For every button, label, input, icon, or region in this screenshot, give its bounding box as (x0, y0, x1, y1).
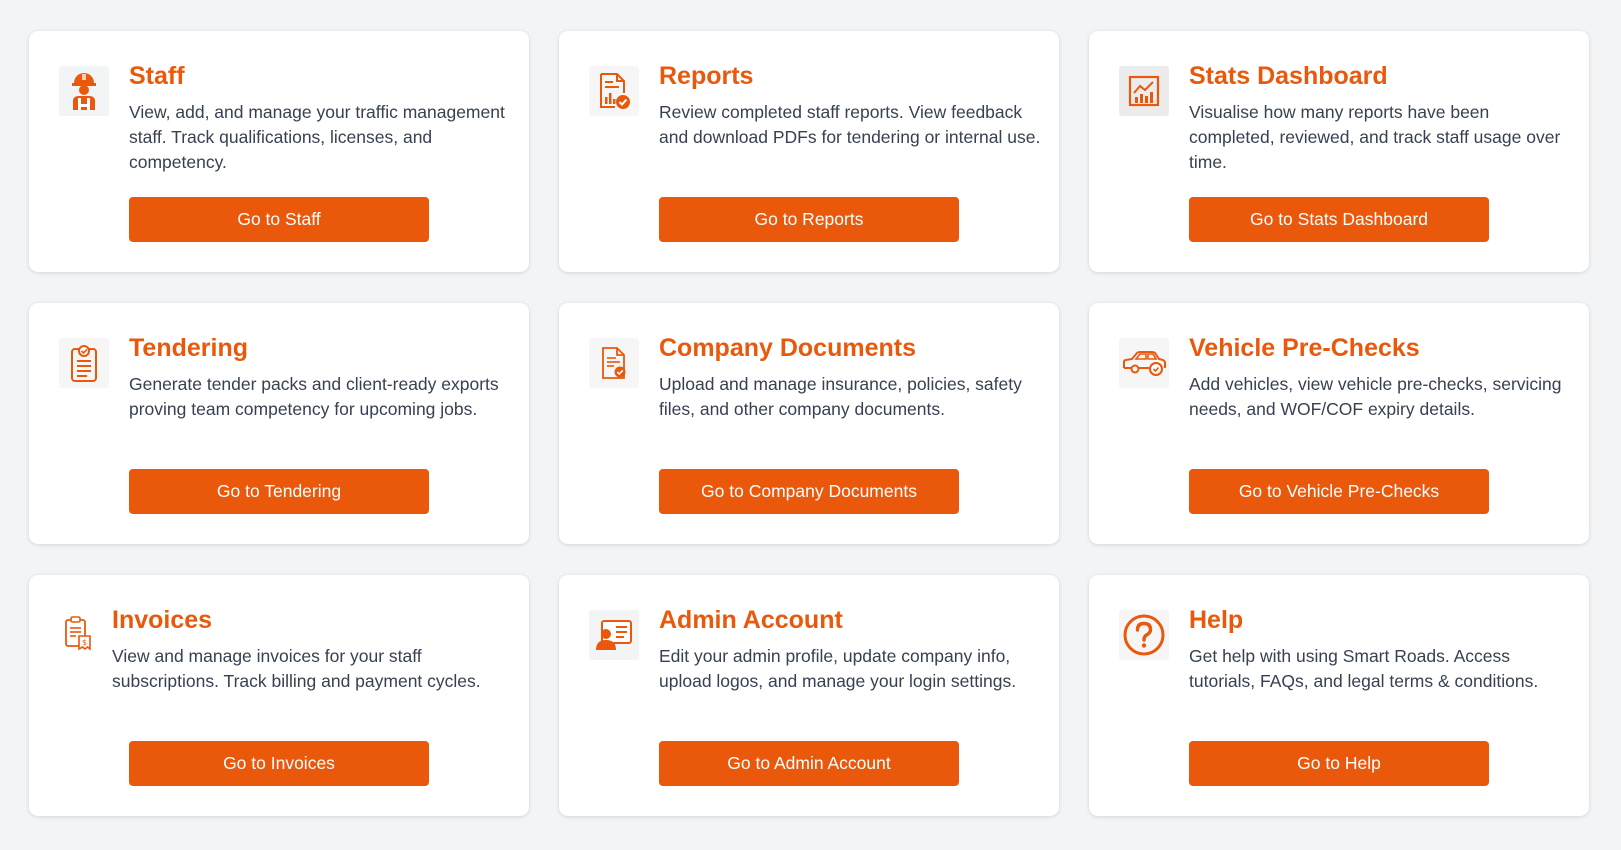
help-card: Help Get help with using Smart Roads. Ac… (1089, 575, 1589, 816)
card-title: Company Documents (659, 334, 916, 362)
go-to-vehicle-pre-checks-button[interactable]: Go to Vehicle Pre-Checks (1189, 469, 1489, 514)
clipboard-check-icon (59, 338, 109, 388)
help-question-icon (1119, 610, 1169, 660)
card-title: Invoices (112, 606, 213, 634)
company-documents-card: Company Documents Upload and manage insu… (559, 303, 1059, 544)
card-title: Reports (659, 62, 754, 90)
go-to-tendering-button[interactable]: Go to Tendering (129, 469, 429, 514)
card-title: Help (1189, 606, 1244, 634)
tendering-card: Tendering Generate tender packs and clie… (29, 303, 529, 544)
card-title: Vehicle Pre-Checks (1189, 334, 1420, 362)
card-description: View, add, and manage your traffic manag… (129, 102, 505, 172)
card-title: Tendering (129, 334, 248, 362)
card-title: Staff (129, 62, 185, 90)
card-title: Admin Account (659, 606, 843, 634)
card-description: Generate tender packs and client-ready e… (129, 374, 499, 419)
card-description: Get help with using Smart Roads. Access … (1189, 646, 1539, 691)
go-to-company-documents-button[interactable]: Go to Company Documents (659, 469, 959, 514)
vehicle-pre-checks-card: Vehicle Pre-Checks Add vehicles, view ve… (1089, 303, 1589, 544)
admin-account-card: Admin Account Edit your admin profile, u… (559, 575, 1059, 816)
reports-card: Reports Review completed staff reports. … (559, 31, 1059, 272)
invoices-card: $ Invoices View and manage invoices for … (29, 575, 529, 816)
go-to-help-button[interactable]: Go to Help (1189, 741, 1489, 786)
go-to-stats-dashboard-button[interactable]: Go to Stats Dashboard (1189, 197, 1489, 242)
stats-dashboard-card: Stats Dashboard Visualise how many repor… (1089, 31, 1589, 272)
go-to-staff-button[interactable]: Go to Staff (129, 197, 429, 242)
staff-card: Staff View, add, and manage your traffic… (29, 31, 529, 272)
card-description: View and manage invoices for your staff … (112, 646, 481, 691)
car-check-icon (1119, 338, 1169, 388)
invoice-clipboard-icon: $ (59, 615, 95, 651)
dashboard-grid: Staff View, add, and manage your traffic… (29, 31, 1589, 816)
worker-hardhat-icon (59, 66, 109, 116)
svg-text:$: $ (82, 638, 87, 647)
document-check-icon (589, 338, 639, 388)
card-description: Add vehicles, view vehicle pre-checks, s… (1189, 374, 1562, 419)
card-description: Review completed staff reports. View fee… (659, 102, 1041, 147)
card-description: Visualise how many reports have been com… (1189, 102, 1561, 172)
go-to-invoices-button[interactable]: Go to Invoices (129, 741, 429, 786)
stats-chart-icon (1119, 66, 1169, 116)
admin-user-icon (589, 610, 639, 660)
go-to-admin-account-button[interactable]: Go to Admin Account (659, 741, 959, 786)
report-check-icon (589, 66, 639, 116)
go-to-reports-button[interactable]: Go to Reports (659, 197, 959, 242)
card-description: Upload and manage insurance, policies, s… (659, 374, 1022, 419)
card-title: Stats Dashboard (1189, 62, 1388, 90)
card-description: Edit your admin profile, update company … (659, 646, 1017, 691)
